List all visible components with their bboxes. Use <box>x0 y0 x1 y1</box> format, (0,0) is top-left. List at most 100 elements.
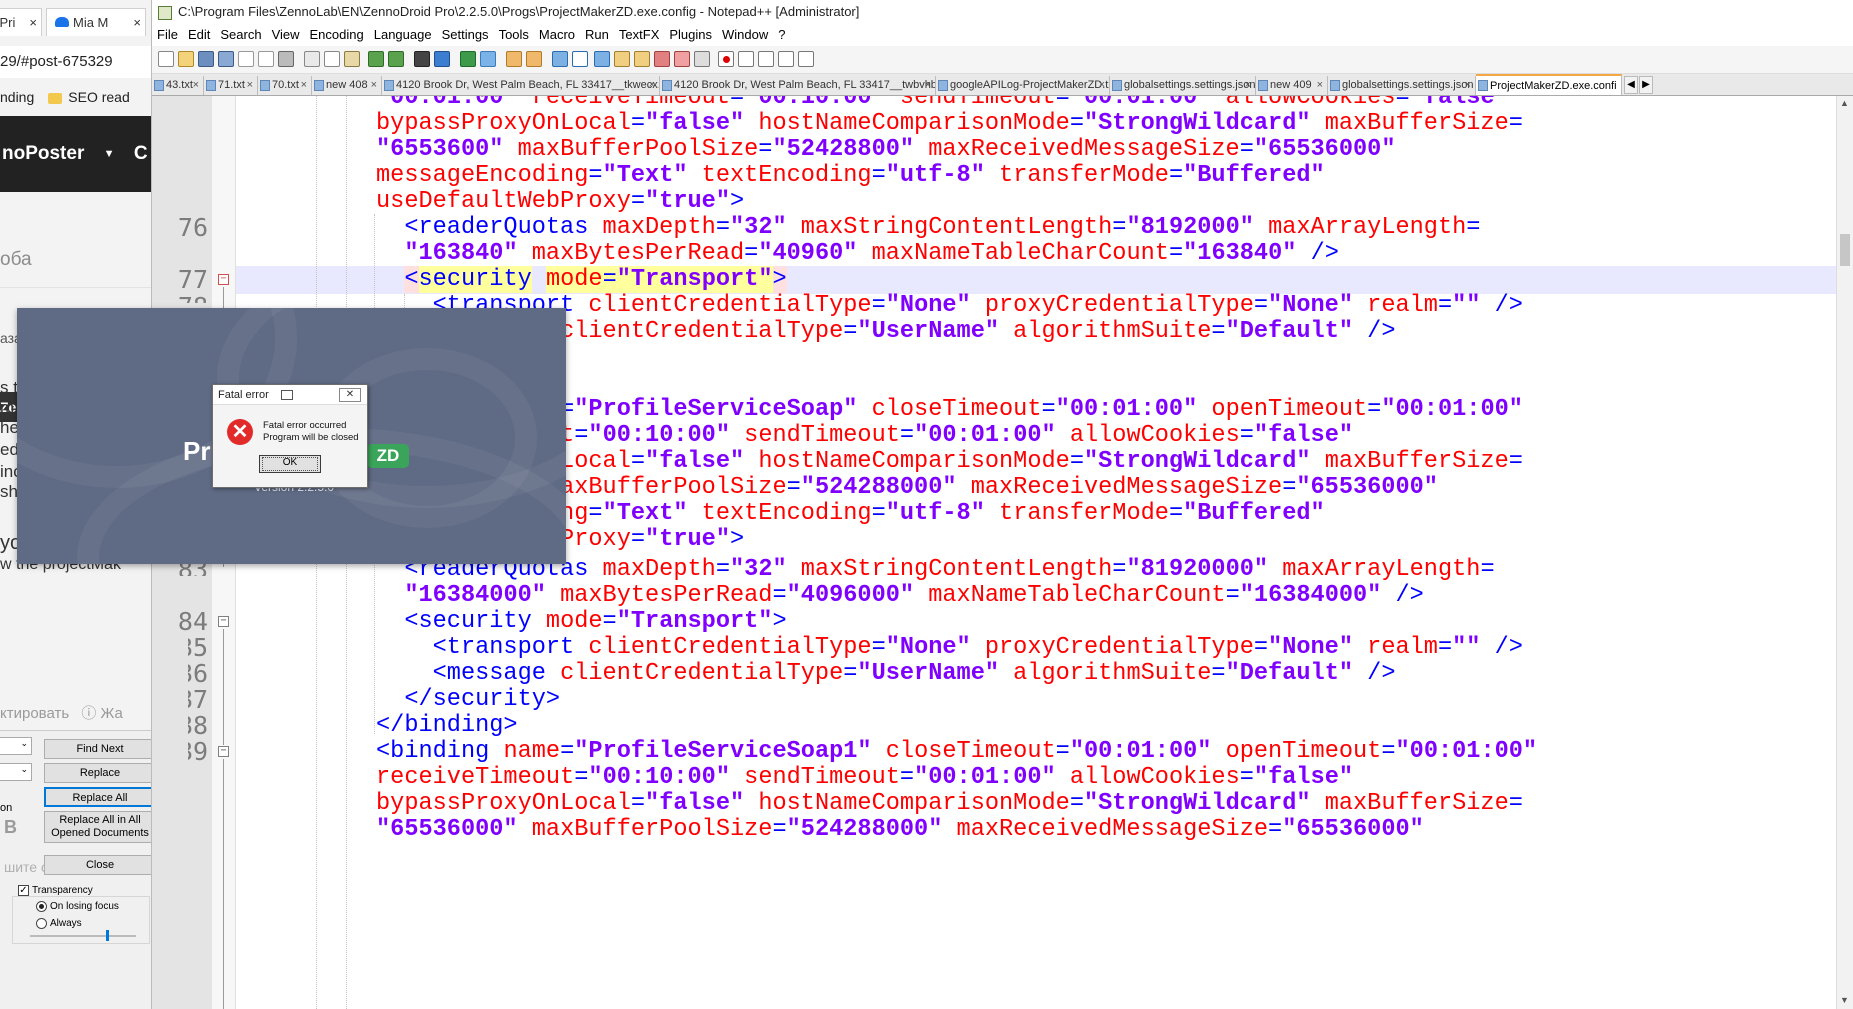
open-folder-icon[interactable] <box>178 51 194 67</box>
folder-as-workspace-icon[interactable] <box>674 51 690 67</box>
menu-view[interactable]: View <box>267 24 305 46</box>
find-next-button[interactable]: Find Next <box>44 739 151 759</box>
dialog-close-button[interactable]: ✕ <box>339 388 361 402</box>
file-tab-active[interactable]: ProjectMakerZD.exe.confi <box>1476 74 1622 95</box>
file-tab[interactable]: 71.txt × <box>204 76 258 95</box>
function-list-icon[interactable] <box>654 51 670 67</box>
close-icon[interactable]: × <box>1099 76 1105 95</box>
replace-icon[interactable] <box>434 51 450 67</box>
menu-tools[interactable]: Tools <box>494 24 534 46</box>
monitoring-icon[interactable] <box>694 51 710 67</box>
close-icon[interactable]: × <box>1317 76 1323 95</box>
menu-settings[interactable]: Settings <box>437 24 494 46</box>
word-wrap-icon[interactable] <box>552 51 568 67</box>
forum-search-input[interactable]: оба <box>0 232 151 288</box>
save-macro-icon[interactable] <box>798 51 814 67</box>
fold-collapse-icon[interactable]: − <box>218 746 229 757</box>
menu-run[interactable]: Run <box>580 24 614 46</box>
user-language-icon[interactable] <box>614 51 630 67</box>
file-tab[interactable]: 4120 Brook Dr, West Palm Beach, FL 33417… <box>382 76 660 95</box>
redo-icon[interactable] <box>388 51 404 67</box>
record-macro-icon[interactable] <box>718 51 734 67</box>
close-all-icon[interactable] <box>258 51 274 67</box>
complain-link[interactable]: Жа <box>101 705 123 722</box>
file-tab[interactable]: 4120 Brook Dr, West Palm Beach, FL 33417… <box>660 76 936 95</box>
menu-help[interactable]: ? <box>773 24 790 46</box>
file-tab[interactable]: globalsettings.settings.json × <box>1328 76 1476 95</box>
close-button[interactable]: Close <box>44 855 151 875</box>
menu-plugins[interactable]: Plugins <box>664 24 717 46</box>
menu-textfx[interactable]: TextFX <box>614 24 664 46</box>
menu-window[interactable]: Window <box>717 24 773 46</box>
vertical-scrollbar[interactable]: ▲ ▼ <box>1836 96 1853 1009</box>
show-all-chars-icon[interactable] <box>572 51 588 67</box>
cut-icon[interactable] <box>304 51 320 67</box>
bookmark-folder-seo-read[interactable]: SEO read <box>68 89 129 105</box>
close-icon[interactable]: × <box>133 9 141 36</box>
close-icon[interactable]: × <box>301 76 307 95</box>
fold-collapse-icon[interactable]: − <box>218 616 229 627</box>
new-file-icon[interactable] <box>158 51 174 67</box>
close-icon[interactable]: × <box>925 76 931 95</box>
menu-search[interactable]: Search <box>215 24 266 46</box>
copy-icon[interactable] <box>324 51 340 67</box>
transparency-slider[interactable] <box>30 930 136 941</box>
replace-all-opened-button[interactable]: Replace All in All Opened Documents <box>44 811 151 843</box>
scroll-up-icon[interactable]: ▲ <box>1840 98 1849 108</box>
chevron-down-icon[interactable]: ▼ <box>104 148 115 160</box>
save-icon[interactable] <box>198 51 214 67</box>
doc-map-icon[interactable] <box>634 51 650 67</box>
replace-with-dropdown[interactable]: ⌄ <box>0 763 32 781</box>
close-icon[interactable]: × <box>247 76 253 95</box>
slider-thumb[interactable] <box>106 930 109 941</box>
menu-language[interactable]: Language <box>369 24 437 46</box>
close-icon[interactable]: × <box>371 76 377 95</box>
transparency-checkbox[interactable]: ✓ Transparency <box>18 885 93 896</box>
replace-all-button[interactable]: Replace All <box>44 787 151 807</box>
menu-macro[interactable]: Macro <box>534 24 580 46</box>
sync-vertical-icon[interactable] <box>506 51 522 67</box>
file-tab[interactable]: new 408 × <box>312 76 382 95</box>
fold-collapse-icon[interactable]: − <box>218 274 229 285</box>
file-tab[interactable]: 70.txt × <box>258 76 312 95</box>
file-tab[interactable]: googleAPILog-ProjectMakerZD.txt × <box>936 76 1110 95</box>
file-tab[interactable]: globalsettings.settings.json × <box>1110 76 1256 95</box>
close-icon[interactable]: × <box>193 76 199 95</box>
find-icon[interactable] <box>414 51 430 67</box>
zoom-out-icon[interactable] <box>480 51 496 67</box>
file-tab[interactable]: 43.txt × <box>152 76 204 95</box>
bold-format-icon[interactable]: B <box>4 817 17 838</box>
address-bar[interactable]: 29/#post-675329 <box>0 46 151 78</box>
ok-button[interactable]: OK <box>259 455 321 473</box>
sync-horizontal-icon[interactable] <box>526 51 542 67</box>
scroll-down-icon[interactable]: ▼ <box>1840 995 1849 1005</box>
close-icon[interactable]: × <box>1245 76 1251 95</box>
replace-button[interactable]: Replace <box>44 763 151 783</box>
tab-scroll-left-icon[interactable]: ◀ <box>1624 76 1638 94</box>
scrollbar-thumb[interactable] <box>1840 234 1850 266</box>
close-file-icon[interactable] <box>238 51 254 67</box>
close-icon[interactable]: × <box>649 76 655 95</box>
play-macro-icon[interactable] <box>758 51 774 67</box>
menu-file[interactable]: File <box>152 24 183 46</box>
edit-link[interactable]: ктировать <box>0 705 69 722</box>
menu-encoding[interactable]: Encoding <box>305 24 369 46</box>
file-tab[interactable]: new 409 × <box>1256 76 1328 95</box>
save-all-icon[interactable] <box>218 51 234 67</box>
site-nav-fragment[interactable]: C <box>134 143 148 164</box>
close-icon[interactable]: × <box>1465 76 1471 95</box>
indent-guide-icon[interactable] <box>594 51 610 67</box>
bookmark-fragment[interactable]: nding <box>0 89 34 105</box>
find-what-dropdown[interactable]: ⌄ <box>0 737 32 755</box>
menu-edit[interactable]: Edit <box>183 24 215 46</box>
site-name[interactable]: noPoster <box>2 143 84 164</box>
browser-tab[interactable]: yPri × <box>0 8 42 36</box>
run-macro-multiple-icon[interactable] <box>778 51 794 67</box>
print-icon[interactable] <box>278 51 294 67</box>
stop-macro-icon[interactable] <box>738 51 754 67</box>
zoom-in-icon[interactable] <box>460 51 476 67</box>
close-icon[interactable]: × <box>29 9 37 36</box>
paste-icon[interactable] <box>344 51 360 67</box>
undo-icon[interactable] <box>368 51 384 67</box>
browser-tab[interactable]: Mia M × <box>46 8 146 36</box>
